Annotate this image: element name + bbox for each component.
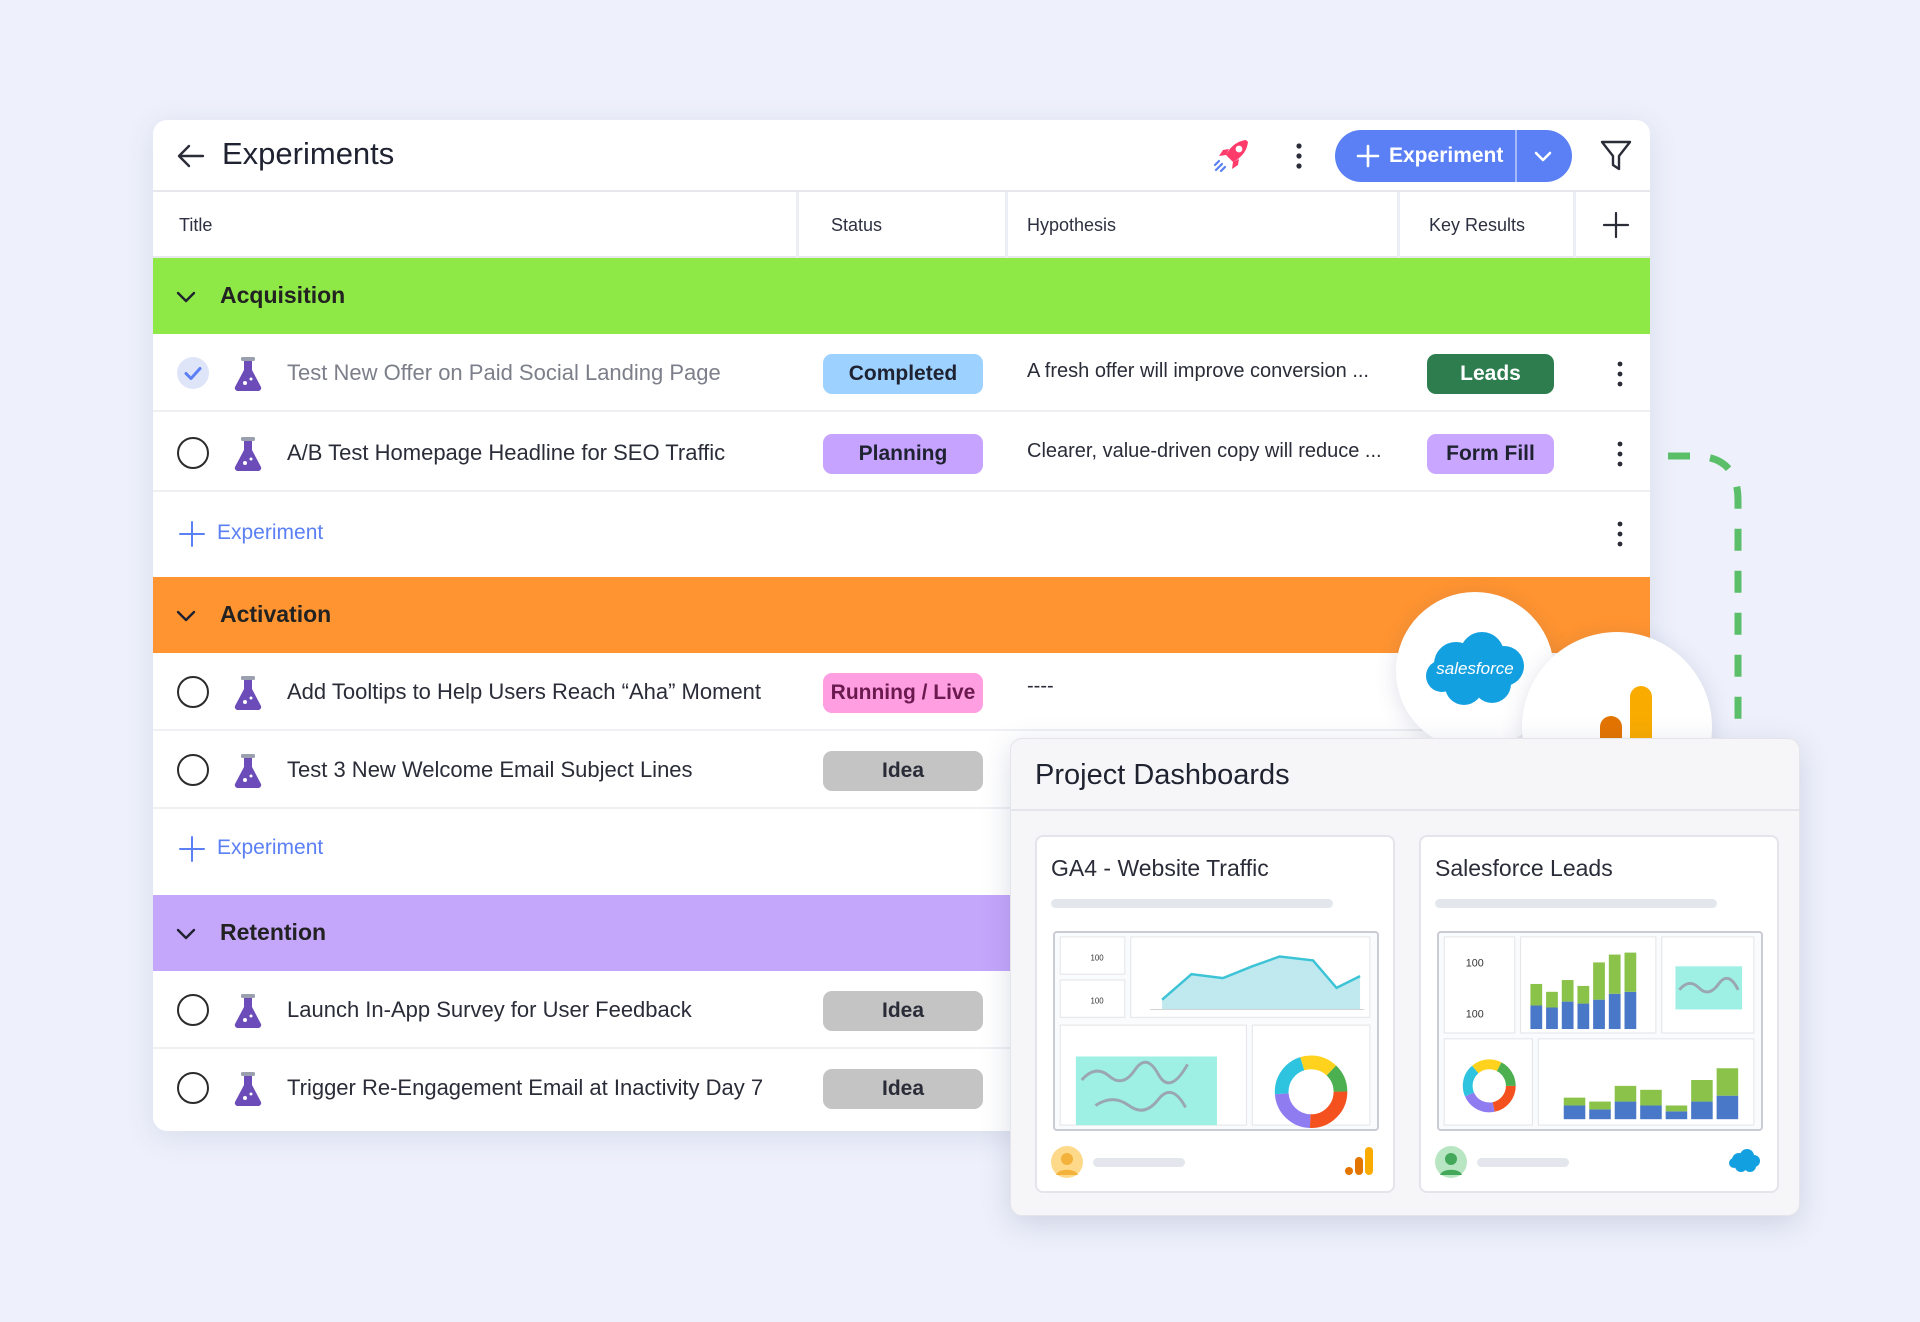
chevron-down-icon[interactable] [1531, 144, 1555, 168]
avatar [1435, 1146, 1467, 1178]
status-badge[interactable]: Idea [823, 991, 983, 1031]
dashboard-preview: 100 100 [1053, 931, 1379, 1131]
flask-icon [234, 754, 262, 789]
group-name: Acquisition [220, 282, 346, 308]
completed-checkbox[interactable] [177, 357, 209, 389]
add-column-icon[interactable] [1602, 211, 1630, 239]
experiment-title[interactable]: Test New Offer on Paid Social Landing Pa… [287, 360, 721, 386]
plus-icon [179, 521, 205, 547]
page-title: Experiments [222, 136, 395, 171]
status-badge[interactable]: Idea [823, 1069, 983, 1109]
completion-checkbox[interactable] [177, 1072, 209, 1104]
experiment-title[interactable]: Test 3 New Welcome Email Subject Lines [287, 757, 693, 783]
flask-icon [234, 437, 262, 472]
completion-checkbox[interactable] [177, 994, 209, 1026]
placeholder-bar [1477, 1158, 1569, 1167]
add-experiment-link[interactable]: Experiment [177, 809, 577, 887]
column-hypothesis[interactable]: Hypothesis [1027, 192, 1116, 258]
avatar [1051, 1146, 1083, 1178]
group-name: Activation [220, 601, 332, 627]
placeholder-bar [1051, 899, 1333, 908]
key-result-badge[interactable]: Leads [1427, 354, 1554, 394]
dashboard-card-ga4[interactable]: GA4 - Website Traffic 100 100 [1035, 835, 1395, 1193]
experiment-title[interactable]: Launch In-App Survey for User Feedback [287, 997, 692, 1023]
divider [1011, 809, 1799, 811]
metric-value: 100 [1091, 953, 1105, 962]
card-title: GA4 - Website Traffic [1051, 855, 1269, 881]
rocket-icon[interactable] [1210, 134, 1254, 178]
column-status[interactable]: Status [831, 192, 882, 258]
placeholder-bar [1093, 1158, 1185, 1167]
checkmark-icon [184, 367, 202, 380]
filter-icon[interactable] [1599, 138, 1633, 174]
flask-icon [234, 1072, 262, 1107]
dashboard-thumbnail: 100 100 [1059, 936, 1371, 1129]
experiment-title[interactable]: Trigger Re-Engagement Email at Inactivit… [287, 1075, 763, 1101]
experiment-title[interactable]: Add Tooltips to Help Users Reach “Aha” M… [287, 679, 761, 705]
group-header-acquisition[interactable]: Acquisition [153, 258, 1650, 334]
column-header-row: Title Status Hypothesis Key Results [153, 192, 1650, 258]
table-row[interactable]: Test New Offer on Paid Social Landing Pa… [153, 334, 1650, 412]
metric-value: 100 [1091, 997, 1105, 1006]
google-analytics-icon [1345, 1147, 1373, 1175]
status-badge[interactable]: Idea [823, 751, 983, 791]
dashboard-thumbnail: 100 100 [1443, 936, 1755, 1126]
add-experiment-label: Experiment [217, 521, 324, 544]
header-bar: Experiments Experiment [153, 120, 1650, 192]
add-experiment-label: Experiment [217, 836, 324, 859]
placeholder-bar [1435, 899, 1717, 908]
row-more-icon[interactable] [1615, 360, 1625, 388]
add-experiment-label: Experiment [1389, 144, 1504, 167]
salesforce-cloud-icon [1729, 1149, 1760, 1172]
metric-value: 100 [1466, 957, 1484, 969]
chevron-down-icon[interactable] [173, 921, 199, 947]
button-divider [1515, 130, 1517, 182]
completion-checkbox[interactable] [177, 754, 209, 786]
dashboard-card-salesforce[interactable]: Salesforce Leads 100 100 [1419, 835, 1779, 1193]
key-result-badge[interactable]: Form Fill [1427, 434, 1554, 474]
status-badge[interactable]: Running / Live [823, 673, 983, 713]
dashboards-title: Project Dashboards [1035, 759, 1290, 791]
hypothesis-text[interactable]: A fresh offer will improve conversion ..… [1027, 360, 1369, 383]
add-experiment-button[interactable]: Experiment [1335, 130, 1572, 182]
dashboard-preview: 100 100 [1437, 931, 1763, 1131]
hypothesis-text[interactable]: ---- [1027, 675, 1054, 698]
table-row[interactable]: A/B Test Homepage Headline for SEO Traff… [153, 414, 1650, 492]
completion-checkbox[interactable] [177, 437, 209, 469]
flask-icon [234, 676, 262, 711]
chevron-down-icon[interactable] [173, 284, 199, 310]
row-more-icon[interactable] [1615, 440, 1625, 468]
card-title: Salesforce Leads [1435, 855, 1613, 881]
experiment-title[interactable]: A/B Test Homepage Headline for SEO Traff… [287, 440, 725, 466]
more-options-icon[interactable] [1293, 140, 1305, 172]
hypothesis-text[interactable]: Clearer, value-driven copy will reduce .… [1027, 440, 1382, 463]
column-divider [1573, 192, 1576, 258]
project-dashboards-panel: Project Dashboards GA4 - Website Traffic… [1010, 738, 1800, 1216]
plus-icon [179, 836, 205, 862]
column-divider [1397, 192, 1400, 258]
column-title[interactable]: Title [179, 192, 212, 258]
chevron-down-icon[interactable] [173, 603, 199, 629]
status-badge[interactable]: Planning [823, 434, 983, 474]
column-key-results[interactable]: Key Results [1429, 192, 1525, 258]
add-row: Experiment [153, 494, 1650, 572]
add-experiment-link[interactable]: Experiment [177, 494, 577, 572]
back-arrow-icon[interactable] [175, 140, 207, 172]
completion-checkbox[interactable] [177, 676, 209, 708]
metric-value: 100 [1466, 1008, 1484, 1020]
row-more-icon[interactable] [1615, 520, 1625, 548]
group-name: Retention [220, 919, 327, 945]
flask-icon [234, 994, 262, 1029]
column-divider [796, 192, 799, 258]
column-divider [1005, 192, 1008, 258]
status-badge[interactable]: Completed [823, 354, 983, 394]
flask-icon [234, 357, 262, 392]
plus-icon [1356, 144, 1380, 168]
